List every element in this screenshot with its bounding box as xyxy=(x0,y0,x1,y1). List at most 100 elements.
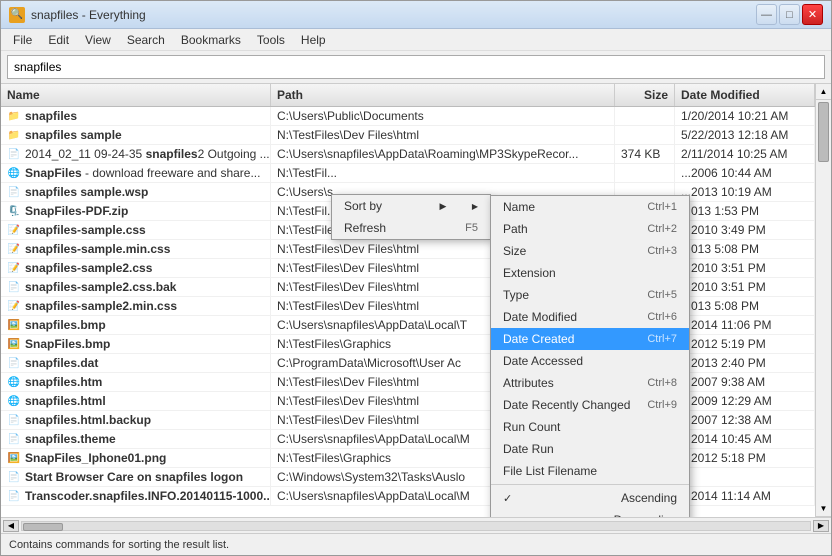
sort-dateacc-item[interactable]: Date Accessed xyxy=(491,350,689,372)
sort-asc-label: Ascending xyxy=(621,491,677,505)
filedate: ...2006 10:44 AM xyxy=(675,164,815,182)
sort-desc-label: Descending xyxy=(614,513,677,517)
table-row[interactable]: 📝snapfiles-sample2.min.css N:\TestFiles\… xyxy=(1,297,815,316)
checkmark-icon: ✓ xyxy=(503,492,512,505)
menu-tools[interactable]: Tools xyxy=(249,31,293,49)
menu-edit[interactable]: Edit xyxy=(40,31,77,49)
sort-datemod-shortcut: Ctrl+6 xyxy=(647,311,677,323)
scroll-thumb[interactable] xyxy=(818,102,829,162)
sort-daterecent-item[interactable]: Date Recently Changed Ctrl+9 xyxy=(491,394,689,416)
sort-datemod-item[interactable]: Date Modified Ctrl+6 xyxy=(491,306,689,328)
col-header-size[interactable]: Size xyxy=(615,84,675,106)
table-row[interactable]: 📄snapfiles-sample2.css.bak N:\TestFiles\… xyxy=(1,278,815,297)
menu-help[interactable]: Help xyxy=(293,31,334,49)
sort-runcount-item[interactable]: Run Count xyxy=(491,416,689,438)
table-row[interactable]: 🌐snapfiles.htm N:\TestFiles\Dev Files\ht… xyxy=(1,373,815,392)
close-button[interactable]: ✕ xyxy=(802,4,823,25)
filedate: ...2007 12:38 AM xyxy=(675,411,815,429)
file-icon: 📄 xyxy=(7,147,21,161)
filename: snapfiles.html.backup xyxy=(25,413,151,427)
filename: snapfiles.htm xyxy=(25,375,102,389)
scroll-track[interactable] xyxy=(816,100,831,501)
sort-daterun-item[interactable]: Date Run xyxy=(491,438,689,460)
sort-ext-item[interactable]: Extension xyxy=(491,262,689,284)
sort-name-item[interactable]: Name Ctrl+1 xyxy=(491,196,689,218)
sort-path-label: Path xyxy=(503,222,528,236)
filename: Start Browser Care on snapfiles logon xyxy=(25,470,243,484)
ctx-refresh-label: Refresh xyxy=(344,221,386,235)
css-icon: 📝 xyxy=(7,261,21,275)
menu-file[interactable]: File xyxy=(5,31,40,49)
table-row[interactable]: 🖼️SnapFiles.bmp N:\TestFiles\Graphics ..… xyxy=(1,335,815,354)
sort-ext-label: Extension xyxy=(503,266,556,280)
filename: snapfiles-sample2.css xyxy=(25,261,152,275)
menu-view[interactable]: View xyxy=(77,31,119,49)
sort-filelistname-item[interactable]: File List Filename xyxy=(491,460,689,482)
sort-attrib-item[interactable]: Attributes Ctrl+8 xyxy=(491,372,689,394)
minimize-button[interactable]: — xyxy=(756,4,777,25)
sort-desc-item[interactable]: Descending xyxy=(491,509,689,517)
horizontal-scrollbar[interactable]: ◀ ▶ xyxy=(1,517,831,533)
sort-asc-item[interactable]: ✓ Ascending xyxy=(491,487,689,509)
table-row[interactable]: 🖼️snapfiles.bmp C:\Users\snapfiles\AppDa… xyxy=(1,316,815,335)
scroll-right-button[interactable]: ▶ xyxy=(813,520,829,532)
ctx-refresh-item[interactable]: Refresh F5 xyxy=(332,217,490,239)
table-row[interactable]: 🌐snapfiles.html N:\TestFiles\Dev Files\h… xyxy=(1,392,815,411)
filename: snapfiles.html xyxy=(25,394,106,408)
hscroll-track[interactable] xyxy=(21,521,811,531)
filename: snapfiles sample.wsp xyxy=(25,185,148,199)
menu-bookmarks[interactable]: Bookmarks xyxy=(173,31,249,49)
sort-dateacc-label: Date Accessed xyxy=(503,354,583,368)
scroll-down-button[interactable]: ▼ xyxy=(816,501,831,517)
sort-type-item[interactable]: Type Ctrl+5 xyxy=(491,284,689,306)
table-row[interactable]: 📝snapfiles-sample2.css N:\TestFiles\Dev … xyxy=(1,259,815,278)
ctx-refresh-shortcut: F5 xyxy=(465,222,478,234)
css-icon: 📝 xyxy=(7,242,21,256)
ctx-sortby-item[interactable]: Sort by ▶ Name Ctrl+1 Path Ctrl+2 xyxy=(332,195,490,217)
sort-size-item[interactable]: Size Ctrl+3 xyxy=(491,240,689,262)
css-icon: 📝 xyxy=(7,223,21,237)
search-input[interactable] xyxy=(7,55,825,79)
filedate: ...2013 2:40 PM xyxy=(675,354,815,372)
menu-search[interactable]: Search xyxy=(119,31,173,49)
filepath: N:\TestFil... xyxy=(271,164,615,182)
vertical-scrollbar[interactable]: ▲ ▼ xyxy=(815,84,831,517)
filedate: ...2010 3:51 PM xyxy=(675,278,815,296)
filedate: 5/22/2013 12:18 AM xyxy=(675,126,815,144)
scroll-left-button[interactable]: ◀ xyxy=(3,520,19,532)
scroll-up-button[interactable]: ▲ xyxy=(816,84,831,100)
table-row[interactable]: 🖼️SnapFiles_Iphone01.png N:\TestFiles\Gr… xyxy=(1,449,815,468)
hscroll-thumb[interactable] xyxy=(23,523,63,531)
menu-bar: File Edit View Search Bookmarks Tools He… xyxy=(1,29,831,51)
sort-datecreated-item[interactable]: Date Created Ctrl+7 xyxy=(491,328,689,350)
sort-path-item[interactable]: Path Ctrl+2 xyxy=(491,218,689,240)
table-row[interactable]: 📄Transcoder.snapfiles.INFO.20140115-1000… xyxy=(1,487,815,506)
maximize-button[interactable]: □ xyxy=(779,4,800,25)
filename: snapfiles-sample2.css.bak xyxy=(25,280,176,294)
filedate xyxy=(675,468,815,486)
file-icon: 🗜️ xyxy=(7,204,21,218)
filedate: ...2010 3:51 PM xyxy=(675,259,815,277)
col-header-path[interactable]: Path xyxy=(271,84,615,106)
context-menu[interactable]: Sort by ▶ Name Ctrl+1 Path Ctrl+2 xyxy=(331,194,491,240)
col-header-date[interactable]: Date Modified xyxy=(675,84,815,106)
filesize xyxy=(615,107,675,125)
file-list[interactable]: Name Path Size Date Modified 📁snapfiles … xyxy=(1,84,815,517)
table-row[interactable]: 📝snapfiles-sample.min.css N:\TestFiles\D… xyxy=(1,240,815,259)
table-row[interactable]: 📁snapfiles sample N:\TestFiles\Dev Files… xyxy=(1,126,815,145)
sort-submenu[interactable]: Name Ctrl+1 Path Ctrl+2 Size Ctrl+3 Ex xyxy=(490,195,690,517)
table-row[interactable]: 📄snapfiles.dat C:\ProgramData\Microsoft\… xyxy=(1,354,815,373)
filedate: ...2014 10:45 AM xyxy=(675,430,815,448)
table-row[interactable]: 📁snapfiles C:\Users\Public\Documents 1/2… xyxy=(1,107,815,126)
table-row[interactable]: 📄2014_02_11 09-24-35 snapfiles2 Outgoing… xyxy=(1,145,815,164)
folder-icon: 📁 xyxy=(7,128,21,142)
col-header-name[interactable]: Name xyxy=(1,84,271,106)
filepath: C:\Users\snapfiles\AppData\Roaming\MP3Sk… xyxy=(271,145,615,163)
table-row[interactable]: 🌐SnapFiles - download freeware and share… xyxy=(1,164,815,183)
sort-attrib-label: Attributes xyxy=(503,376,554,390)
filename: snapfiles.dat xyxy=(25,356,98,370)
main-area: Name Path Size Date Modified 📁snapfiles … xyxy=(1,84,831,517)
table-row[interactable]: 📄snapfiles.theme C:\Users\snapfiles\AppD… xyxy=(1,430,815,449)
table-row[interactable]: 📄snapfiles.html.backup N:\TestFiles\Dev … xyxy=(1,411,815,430)
table-row[interactable]: 📄Start Browser Care on snapfiles logon C… xyxy=(1,468,815,487)
